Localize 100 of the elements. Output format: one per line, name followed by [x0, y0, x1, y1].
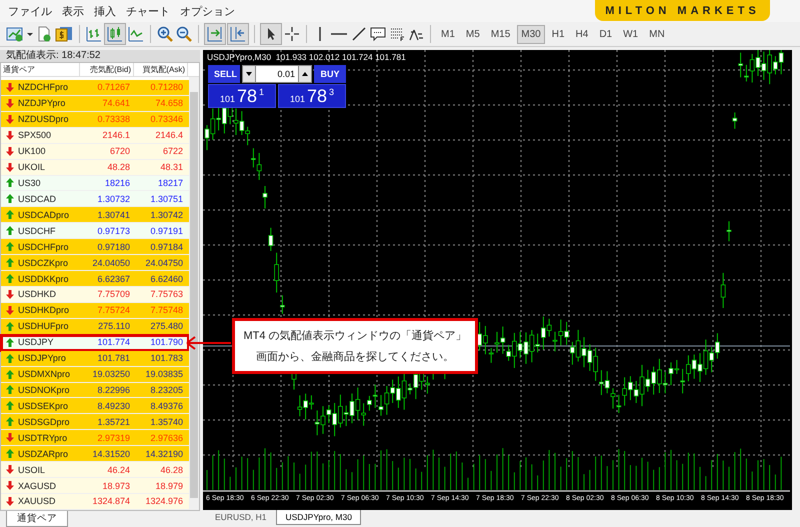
cursor-icon[interactable] — [261, 24, 281, 44]
quote-row[interactable]: USDNOKpro 8.22996 8.23205 — [1, 382, 189, 398]
quote-row[interactable]: USDCHF 0.97173 0.97191 — [1, 223, 189, 240]
column-header[interactable]: 売気配(Bid) — [80, 63, 134, 76]
bid-cell-text: 18.973 — [101, 480, 131, 490]
quote-row[interactable]: UKOIL 48.28 48.31 — [1, 160, 189, 176]
quote-row[interactable]: USDJPY 101.774 101.790 — [1, 334, 189, 351]
ask-cell-text: 0.97191 — [149, 226, 184, 236]
timeframe-button[interactable]: H4 — [572, 26, 592, 42]
bid-cell-text: 2.97319 — [96, 432, 131, 443]
ask-cell-text: 0.71280 — [149, 82, 184, 92]
timeframe-button[interactable]: M30 — [518, 26, 544, 42]
sell-button[interactable]: SELL — [208, 65, 240, 83]
bid-cell-text: 48.28 — [106, 162, 131, 172]
ask-cell-text: 1.35740 — [149, 416, 184, 427]
bid-cell-text: 19.03250 — [91, 369, 131, 380]
scrollbar[interactable] — [189, 77, 199, 510]
zoom-out-icon[interactable] — [176, 26, 192, 42]
chart-tab[interactable]: USDJPYpro, M30 — [276, 510, 361, 525]
column-header[interactable]: 通貨ペア — [1, 63, 80, 76]
quote-row[interactable]: USDTRYpro 2.97319 2.97636 — [1, 430, 189, 446]
quote-row[interactable]: USDMXNpro 19.03250 19.03835 — [1, 366, 189, 383]
symbol-cell: USDNOKpro — [18, 384, 70, 395]
timeframe-button[interactable]: W1 — [620, 26, 642, 42]
increase-button[interactable] — [298, 65, 312, 83]
timeframe-button[interactable]: M1 — [438, 26, 458, 42]
quote-row[interactable]: XAUUSD 1324.874 1324.976 — [1, 494, 189, 510]
bid-cell-text: 7.75724 — [96, 305, 131, 316]
menu-item[interactable]: チャート — [126, 4, 170, 18]
trendline-icon[interactable] — [351, 26, 367, 42]
quote-row[interactable]: SPX500 2146.1 2146.4 — [1, 128, 189, 144]
menu-item[interactable]: ファイル — [8, 4, 52, 18]
ask-cell-text: 1324.976 — [144, 496, 184, 506]
up-caret-icon — [302, 72, 308, 76]
menu-item[interactable]: オプション — [180, 4, 235, 18]
quote-row[interactable]: USDCAD 1.30732 1.30751 — [1, 191, 189, 208]
bid-cell-text: 1.30732 — [96, 194, 131, 204]
ask-cell-text: 0.73346 — [149, 114, 184, 124]
ask-cell-text: 6.62460 — [149, 274, 184, 284]
timeframe-button[interactable]: H1 — [548, 26, 568, 42]
autoscroll-icon[interactable] — [228, 24, 248, 44]
quote-row[interactable]: USDCADpro 1.30741 1.30742 — [1, 207, 189, 224]
buy-button[interactable]: BUY — [314, 65, 346, 83]
quote-row[interactable]: USDSGDpro 1.35721 1.35740 — [1, 414, 189, 430]
quote-row[interactable]: USDCHFpro 0.97180 0.97184 — [1, 239, 189, 256]
dollar-icon[interactable] — [55, 26, 73, 42]
symbol-cell: USDTRYpro — [18, 432, 68, 443]
symbol-cell: UK100 — [18, 146, 46, 156]
text-label-icon[interactable] — [370, 26, 386, 42]
symbol-cell: USDCHFpro — [18, 242, 69, 252]
menu-item[interactable]: 表示 — [62, 4, 84, 18]
symbol-cell: SPX500 — [18, 130, 52, 140]
quote-row[interactable]: USDHKD 7.75709 7.75763 — [1, 286, 189, 303]
bid-cell-text: 0.71267 — [96, 82, 131, 92]
new-chart-icon[interactable] — [6, 26, 24, 42]
symbol-cell: USOIL — [18, 464, 46, 475]
timeframe-button[interactable]: M15 — [488, 26, 514, 42]
quote-row[interactable]: XAGUSD 18.973 18.979 — [1, 478, 189, 494]
panel-tab[interactable]: 通貨ペア — [6, 511, 68, 527]
column-header[interactable]: 買気配(Ask) — [134, 63, 188, 76]
symbol-cell: XAGUSD — [18, 480, 56, 490]
bid-cell-text: 0.73338 — [96, 114, 131, 124]
bar-chart-icon[interactable] — [86, 26, 102, 42]
quote-row[interactable]: USDJPYpro 101.781 101.783 — [1, 350, 189, 367]
timeframe-button[interactable]: M5 — [462, 26, 483, 42]
lot-size-field[interactable]: 0.01 — [256, 65, 298, 83]
quote-row[interactable]: NZDUSDpro 0.73338 0.73346 — [1, 112, 189, 128]
quote-row[interactable]: NZDCHFpro 0.71267 0.71280 — [1, 80, 189, 96]
dotted-grid-icon[interactable] — [389, 26, 405, 42]
quote-row[interactable]: USDDKKpro 6.62367 6.62460 — [1, 271, 189, 287]
candlestick-icon[interactable] — [105, 24, 125, 44]
quote-row[interactable]: UK100 6720 6722 — [1, 144, 189, 160]
quote-row[interactable]: US30 18216 18217 — [1, 176, 189, 192]
ask-cell-text: 6722 — [162, 146, 184, 156]
quote-row[interactable]: USDHKDpro 7.75724 7.75748 — [1, 302, 189, 319]
menu-item[interactable]: 挿入 — [94, 4, 116, 18]
ask-cell-text: 19.03835 — [144, 369, 184, 380]
quote-row[interactable]: USDCZKpro 24.04050 24.04750 — [1, 255, 189, 272]
crosshair-icon[interactable] — [284, 26, 300, 42]
symbol-cell: USDZARpro — [18, 448, 68, 459]
bid-cell-text: 8.49230 — [96, 400, 131, 411]
quote-row[interactable]: NZDJPYpro 74.641 74.658 — [1, 96, 189, 112]
chart-tab[interactable]: EURUSD, H1 — [207, 510, 274, 524]
ask-cell-text: 18.979 — [154, 480, 184, 490]
ask-cell-text: 2.97636 — [149, 432, 184, 443]
chart-shift-icon[interactable] — [205, 24, 225, 44]
symbol-cell: US30 — [18, 178, 41, 188]
line-chart-icon[interactable] — [128, 26, 144, 42]
quote-row[interactable]: USDZARpro 14.31520 14.32190 — [1, 446, 189, 462]
bid-cell-text: 0.97180 — [96, 242, 131, 252]
ask-cell-text: 46.28 — [159, 464, 184, 475]
quote-row[interactable]: USOIL 46.24 46.28 — [1, 462, 189, 478]
quote-row[interactable]: USDSEKpro 8.49230 8.49376 — [1, 398, 189, 414]
zoom-in-icon[interactable] — [157, 26, 173, 42]
quote-row[interactable]: USDHUFpro 275.110 275.480 — [1, 318, 189, 335]
timeframe-button[interactable]: D1 — [596, 26, 616, 42]
symbol-cell: XAUUSD — [18, 496, 56, 506]
timeframe-button[interactable]: MN — [646, 26, 668, 42]
ask-cell-text: 74.658 — [154, 98, 184, 108]
decrease-button[interactable] — [242, 65, 256, 83]
